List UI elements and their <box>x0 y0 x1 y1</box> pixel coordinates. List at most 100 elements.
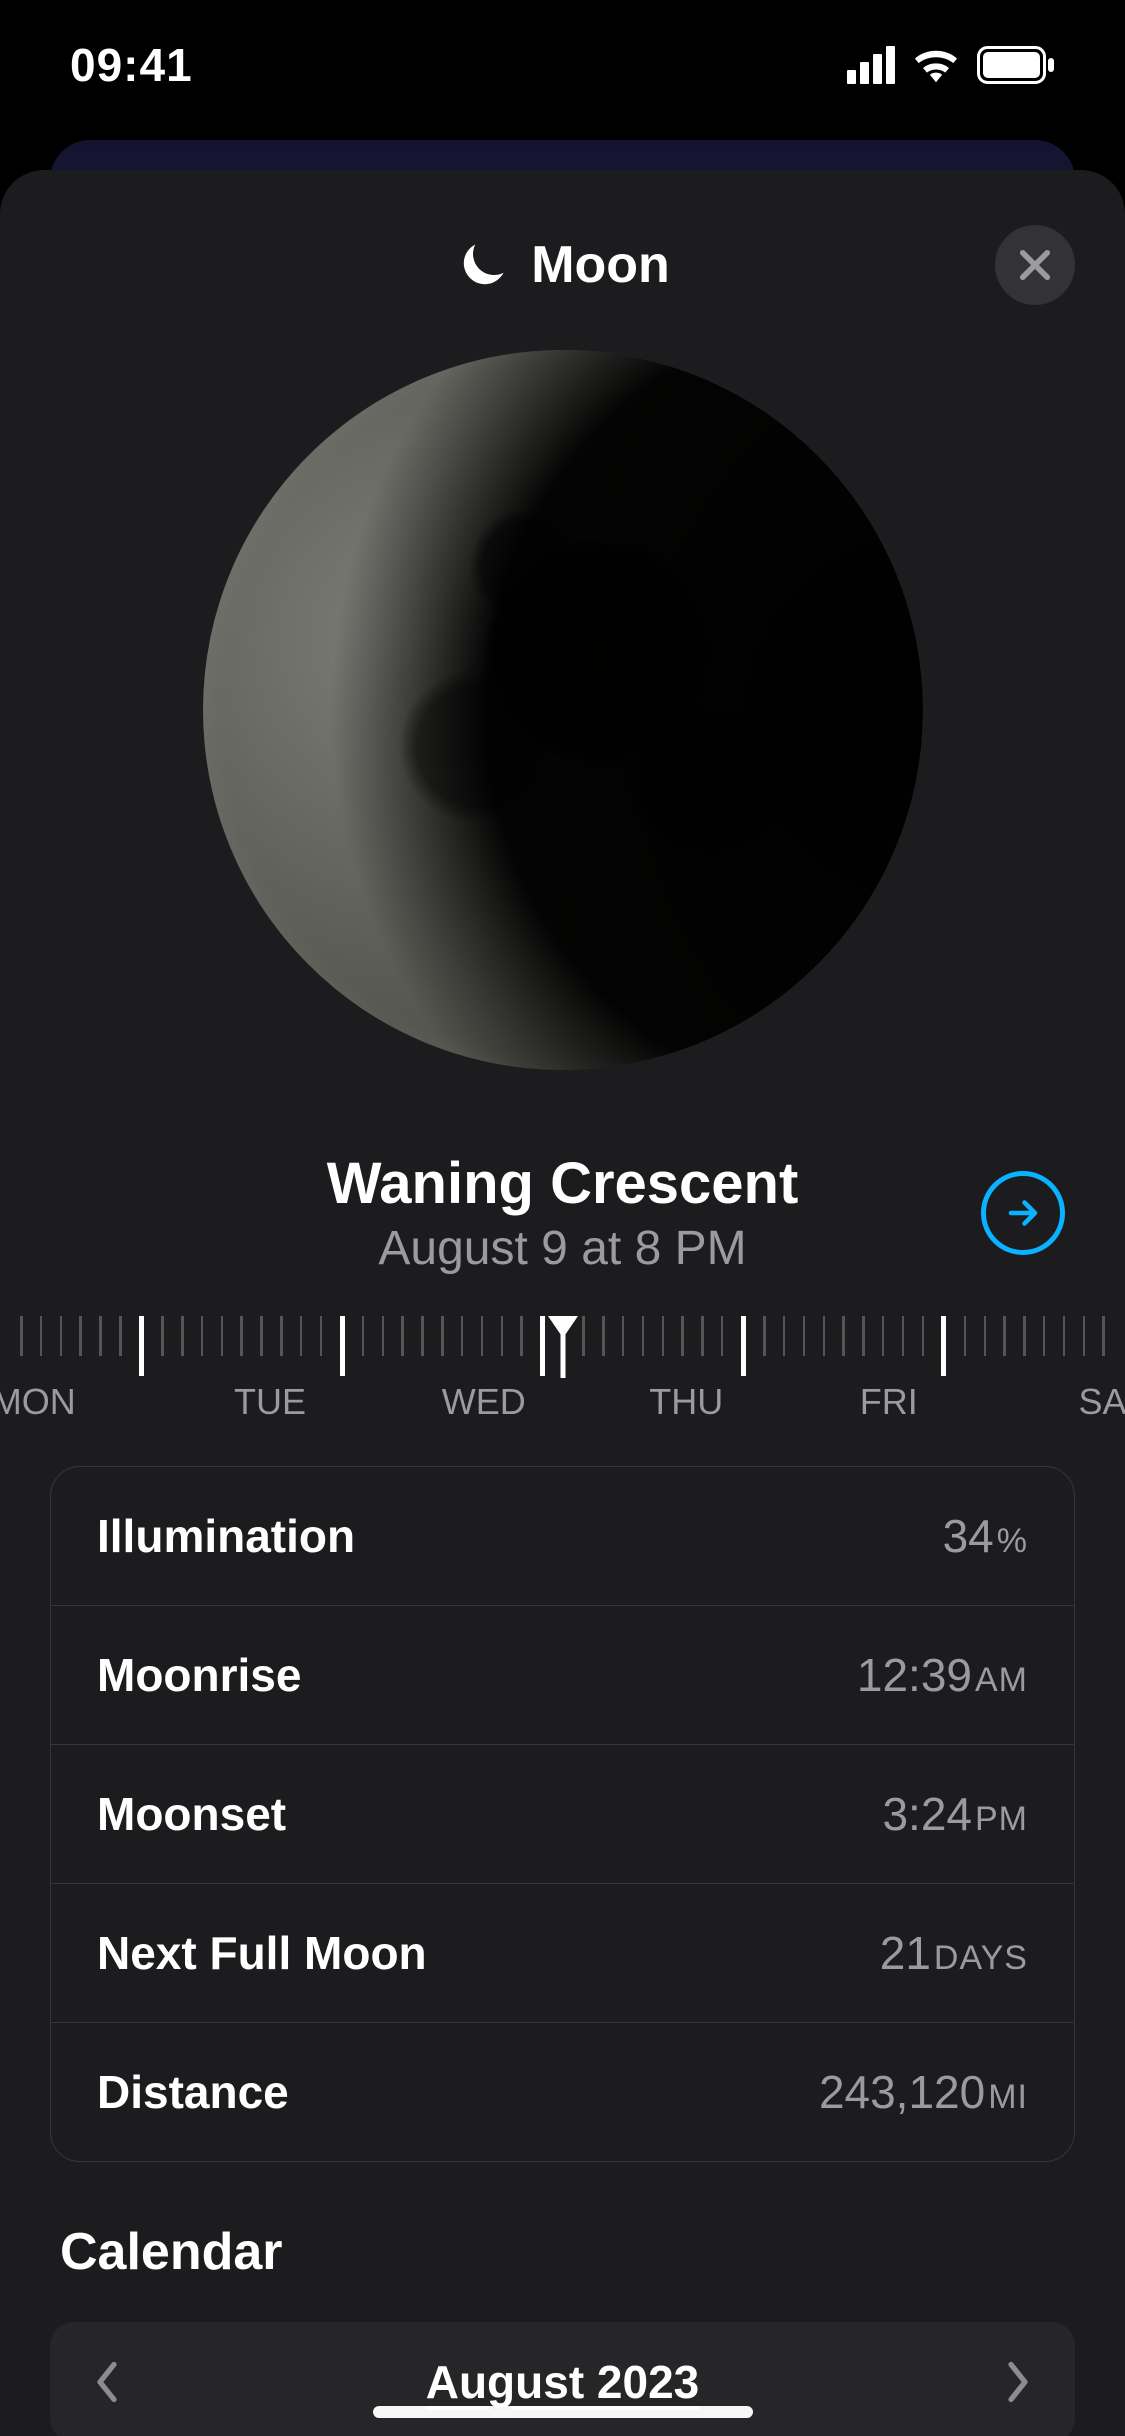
ruler-tick <box>823 1316 826 1356</box>
ruler-tick <box>181 1316 184 1356</box>
stats-row: Distance 243,120MI <box>51 2022 1074 2161</box>
arrow-right-icon <box>1005 1195 1041 1231</box>
prev-month-button[interactable] <box>94 2361 120 2403</box>
ruler-tick <box>161 1316 164 1356</box>
wifi-icon <box>913 47 959 83</box>
ruler-tick <box>401 1316 404 1356</box>
ruler-tick <box>622 1316 625 1356</box>
moon-icon <box>455 237 511 293</box>
ruler-tick <box>701 1316 704 1356</box>
ruler-tick <box>320 1316 323 1356</box>
ruler-tick <box>964 1316 967 1356</box>
stats-row: Illumination 34% <box>51 1467 1074 1605</box>
ruler-tick <box>99 1316 102 1356</box>
ruler-tick <box>240 1316 243 1356</box>
ruler-tick <box>1102 1316 1105 1356</box>
stats-label: Moonset <box>97 1787 286 1841</box>
ruler-tick <box>201 1316 204 1356</box>
stats-label: Illumination <box>97 1509 355 1563</box>
next-month-button[interactable] <box>1005 2361 1031 2403</box>
ruler-tick <box>481 1316 484 1356</box>
time-ruler[interactable]: MON TUE WED THU FRI SA <box>0 1316 1125 1436</box>
page-title: Moon <box>531 235 670 295</box>
ruler-tick <box>902 1316 905 1356</box>
ruler-tick <box>441 1316 444 1356</box>
close-button[interactable] <box>995 225 1075 305</box>
stats-card: Illumination 34% Moonrise 12:39AM Moonset 3:2… <box>50 1466 1075 2162</box>
ruler-day-label: SA <box>1078 1381 1125 1423</box>
ruler-tick <box>783 1316 786 1356</box>
ruler-day-label: THU <box>649 1381 723 1423</box>
ruler-tick <box>340 1316 345 1376</box>
stats-value: 21DAYS <box>880 1926 1028 1980</box>
ruler-tick <box>382 1316 385 1356</box>
ruler-tick <box>602 1316 605 1356</box>
ruler-tick <box>421 1316 424 1356</box>
ruler-tick <box>882 1316 885 1356</box>
ruler-tick <box>1063 1316 1066 1356</box>
stats-row: Moonset 3:24PM <box>51 1744 1074 1883</box>
stats-value: 12:39AM <box>857 1648 1028 1702</box>
ruler-tick <box>763 1316 766 1356</box>
sheet-header: Moon <box>0 220 1125 310</box>
stats-value: 34% <box>943 1509 1028 1563</box>
calendar-heading: Calendar <box>60 2222 1065 2282</box>
ruler-tick <box>741 1316 746 1376</box>
ruler-tick <box>803 1316 806 1356</box>
ruler-tick <box>20 1316 23 1356</box>
stats-value: 3:24PM <box>882 1787 1028 1841</box>
battery-icon <box>977 46 1055 84</box>
month-navigator: August 2023 <box>50 2322 1075 2436</box>
stats-row: Next Full Moon 21DAYS <box>51 1883 1074 2022</box>
ruler-tick <box>1083 1316 1086 1356</box>
month-label[interactable]: August 2023 <box>426 2355 700 2409</box>
stats-label: Moonrise <box>97 1648 301 1702</box>
ruler-tick <box>642 1316 645 1356</box>
ruler-tick <box>362 1316 365 1356</box>
home-indicator[interactable] <box>373 2406 753 2418</box>
status-bar: 09:41 <box>0 0 1125 130</box>
ruler-tick <box>139 1316 144 1376</box>
ruler-tick <box>280 1316 283 1356</box>
phase-name: Waning Crescent <box>0 1150 1125 1217</box>
ruler-tick <box>1023 1316 1026 1356</box>
ruler-day-label: FRI <box>860 1381 918 1423</box>
ruler-tick <box>842 1316 845 1356</box>
ruler-tick <box>40 1316 43 1356</box>
stats-label: Distance <box>97 2065 289 2119</box>
ruler-tick <box>1003 1316 1006 1356</box>
ruler-tick <box>60 1316 63 1356</box>
ruler-tick <box>662 1316 665 1356</box>
ruler-day-label: TUE <box>234 1381 306 1423</box>
ruler-tick <box>681 1316 684 1356</box>
ruler-tick <box>260 1316 263 1356</box>
ruler-day-label: WED <box>442 1381 526 1423</box>
forward-button[interactable] <box>981 1171 1065 1255</box>
moon-render <box>203 350 923 1070</box>
close-icon <box>1014 244 1056 286</box>
phase-datetime: August 9 at 8 PM <box>0 1221 1125 1276</box>
ruler-tick <box>922 1316 925 1356</box>
stats-label: Next Full Moon <box>97 1926 427 1980</box>
ruler-tick <box>1043 1316 1046 1356</box>
ruler-pointer-icon <box>548 1316 578 1338</box>
ruler-tick <box>941 1316 946 1376</box>
ruler-tick <box>461 1316 464 1356</box>
ruler-tick <box>520 1316 523 1356</box>
ruler-tick <box>221 1316 224 1356</box>
cell-signal-icon <box>847 46 895 84</box>
ruler-tick <box>540 1316 545 1376</box>
ruler-day-label: MON <box>0 1381 76 1423</box>
ruler-tick <box>582 1316 585 1356</box>
moon-sheet: Moon Waning Crescent August 9 at 8 PM <box>0 170 1125 2436</box>
ruler-tick <box>501 1316 504 1356</box>
stats-value: 243,120MI <box>819 2065 1028 2119</box>
ruler-tick <box>300 1316 303 1356</box>
ruler-tick <box>119 1316 122 1356</box>
clock: 09:41 <box>70 38 193 92</box>
ruler-tick <box>984 1316 987 1356</box>
stats-row: Moonrise 12:39AM <box>51 1605 1074 1744</box>
ruler-tick <box>862 1316 865 1356</box>
ruler-tick <box>79 1316 82 1356</box>
ruler-tick <box>721 1316 724 1356</box>
